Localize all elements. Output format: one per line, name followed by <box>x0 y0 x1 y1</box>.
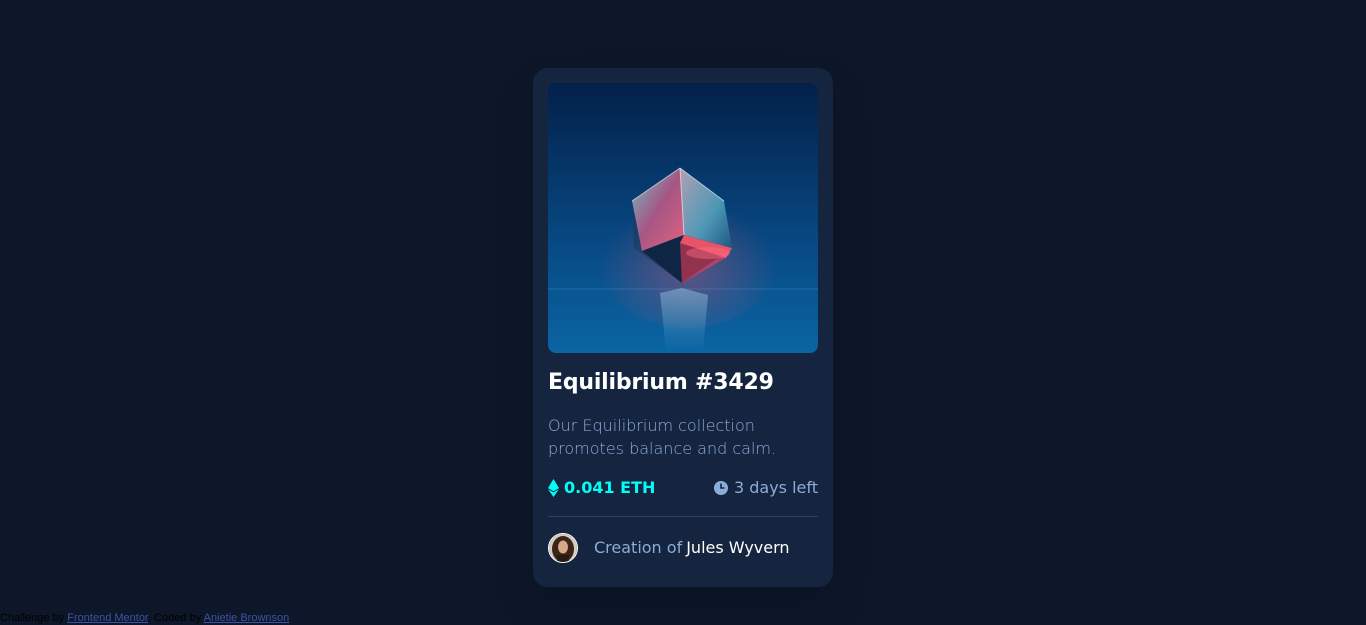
creator-text: Creation of Jules Wyvern <box>594 536 790 560</box>
divider <box>548 516 818 517</box>
nft-description: Our Equilibrium collection promotes bala… <box>548 416 777 458</box>
creator: Creation of Jules Wyvern <box>548 533 790 563</box>
attribution-separator: . Coded by <box>148 612 202 624</box>
author-link[interactable]: Anietie Brownson <box>204 612 290 624</box>
equilibrium-cube-image <box>548 83 818 353</box>
frontend-mentor-link[interactable]: Frontend Mentor <box>67 612 148 624</box>
attribution: Challenge by Frontend Mentor. Coded by A… <box>0 612 289 625</box>
avatar <box>548 533 578 563</box>
nft-card: Equilibrium #3429 Our Equilibrium collec… <box>533 68 833 587</box>
time-left-text: 3 days left <box>733 478 818 497</box>
nft-title[interactable]: Equilibrium #3429 <box>548 368 774 398</box>
time-remaining: 3 days left <box>713 476 818 500</box>
price-value: 0.041 ETH <box>564 478 656 497</box>
ethereum-icon <box>548 479 559 497</box>
price: 0.041 ETH <box>548 476 655 500</box>
creator-prefix: Creation of <box>594 538 683 557</box>
clock-icon <box>713 481 728 495</box>
attribution-prefix: Challenge by <box>0 612 65 624</box>
creator-name-link[interactable]: Jules Wyvern <box>686 538 789 557</box>
nft-stats: 0.041 ETH 3 days left <box>548 476 818 500</box>
nft-image[interactable] <box>548 83 818 353</box>
